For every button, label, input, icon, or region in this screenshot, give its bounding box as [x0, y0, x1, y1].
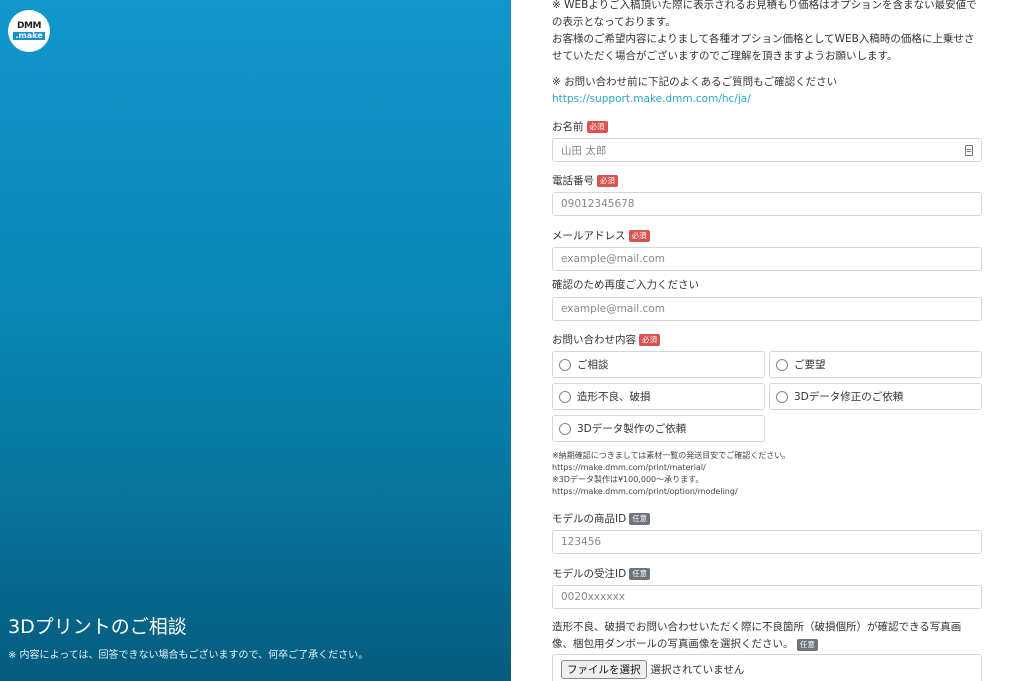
optional-badge: 任意	[796, 639, 818, 651]
order-id-label: モデルの受注ID 任意	[552, 566, 651, 581]
contact-form: ※ WEBよりご入稿頂いた際に表示されるお見積もり価格はオプションを含まない最安…	[552, 0, 982, 681]
inquiry-option-consult[interactable]: ご相談	[552, 351, 765, 378]
email-confirm-placeholder: example@mail.com	[561, 303, 665, 315]
choose-file-button[interactable]: ファイルを選択	[561, 659, 647, 679]
email-placeholder: example@mail.com	[561, 253, 665, 265]
order-id-label-text: モデルの受注ID	[552, 568, 627, 580]
phone-input[interactable]: 09012345678	[552, 192, 982, 216]
email-confirm-label-text: 確認のため再度ご入力ください	[552, 279, 699, 291]
name-label-text: お名前	[552, 121, 584, 133]
inquiry-option-request[interactable]: ご要望	[769, 351, 982, 378]
inquiry-option-label: ご要望	[794, 359, 826, 371]
photo-label-text: 造形不良、破損でお問い合わせいただく際に不良箇所（破損個所）が確認できる写真画像…	[552, 621, 962, 650]
radio-circle[interactable]	[559, 390, 571, 403]
order-id-placeholder: 0020xxxxxx	[561, 591, 626, 603]
phone-label: 電話番号 必須	[552, 173, 618, 188]
radio-circle[interactable]	[776, 358, 788, 371]
inquiry-option-label: 造形不良、破損	[577, 391, 651, 403]
inquiry-option-defect[interactable]: 造形不良、破損	[552, 383, 765, 410]
product-id-label: モデルの商品ID 任意	[552, 511, 651, 526]
file-status: 選択されていません	[650, 663, 745, 676]
inquiry-option-data-create[interactable]: 3Dデータ製作のご依頼	[552, 415, 765, 442]
required-badge: 必須	[628, 229, 650, 242]
order-id-input[interactable]: 0020xxxxxx	[552, 585, 982, 609]
required-badge: 必須	[639, 333, 660, 346]
contact-card-icon[interactable]	[965, 144, 973, 156]
email-confirm-input[interactable]: example@mail.com	[552, 297, 982, 321]
phone-placeholder: 09012345678	[561, 198, 635, 210]
product-id-label-text: モデルの商品ID	[552, 513, 627, 525]
inquiry-option-label: ご相談	[577, 359, 609, 371]
faq-link[interactable]: https://support.make.dmm.com/hc/ja/	[552, 91, 751, 108]
modeling-link[interactable]: https://make.dmm.com/print/option/modeli…	[552, 486, 738, 498]
optional-badge: 任意	[629, 567, 651, 580]
required-badge: 必須	[586, 120, 608, 133]
inquiry-option-label: 3Dデータ製作のご依頼	[577, 423, 687, 435]
logo-text-top: DMM	[17, 21, 41, 31]
inquiry-label-text: お問い合わせ内容	[552, 334, 636, 346]
photo-label: 造形不良、破損でお問い合わせいただく際に不良箇所（破損個所）が確認できる写真画像…	[552, 619, 982, 653]
photo-file-input[interactable]: ファイルを選択 選択されていません	[552, 654, 982, 681]
dmm-make-logo[interactable]: DMM .make	[8, 10, 50, 52]
radio-circle[interactable]	[776, 390, 788, 403]
name-placeholder: 山田 太郎	[561, 144, 607, 157]
page-title: 3Dプリントのご相談	[8, 616, 187, 638]
hero-panel: DMM .make 3Dプリントのご相談 ※ 内容によっては、回答できない場合も…	[0, 0, 511, 681]
delivery-note: ※納期確認につきましては素材一覧の発送目安でご確認ください。	[552, 451, 791, 460]
inquiry-option-label: 3Dデータ修正のご依頼	[794, 391, 904, 403]
email-label-text: メールアドレス	[552, 230, 626, 242]
phone-label-text: 電話番号	[552, 175, 594, 187]
inquiry-option-data-fix[interactable]: 3Dデータ修正のご依頼	[769, 383, 982, 410]
email-confirm-label: 確認のため再度ご入力ください	[552, 277, 699, 292]
name-label: お名前 必須	[552, 119, 608, 134]
inquiry-label: お問い合わせ内容 必須	[552, 332, 660, 347]
email-input[interactable]: example@mail.com	[552, 247, 982, 271]
optional-badge: 任意	[629, 512, 651, 525]
modeling-price-note: ※3Dデータ製作は¥100,000〜承ります。	[552, 475, 704, 484]
product-id-placeholder: 123456	[561, 536, 602, 548]
email-label: メールアドレス 必須	[552, 228, 650, 243]
price-notice-2: お客様のご希望内容によりまして各種オプション価格としてWEB入稿時の価格に上乗せ…	[552, 33, 975, 62]
material-link[interactable]: https://make.dmm.com/print/material/	[552, 462, 706, 474]
radio-circle[interactable]	[559, 358, 571, 371]
price-notice-1: ※ WEBよりご入稿頂いた際に表示されるお見積もり価格はオプションを含まない最安…	[552, 0, 977, 28]
hero-note: ※ 内容によっては、回答できない場合もございますので、何卒ご了承ください。	[8, 650, 369, 661]
required-badge: 必須	[597, 174, 618, 187]
product-id-input[interactable]: 123456	[552, 530, 982, 554]
faq-text: ※ お問い合わせ前に下記のよくあるご質問もご確認ください	[552, 76, 838, 88]
name-input[interactable]: 山田 太郎	[552, 138, 982, 162]
logo-text-bottom: .make	[13, 31, 45, 40]
radio-circle[interactable]	[559, 422, 571, 435]
